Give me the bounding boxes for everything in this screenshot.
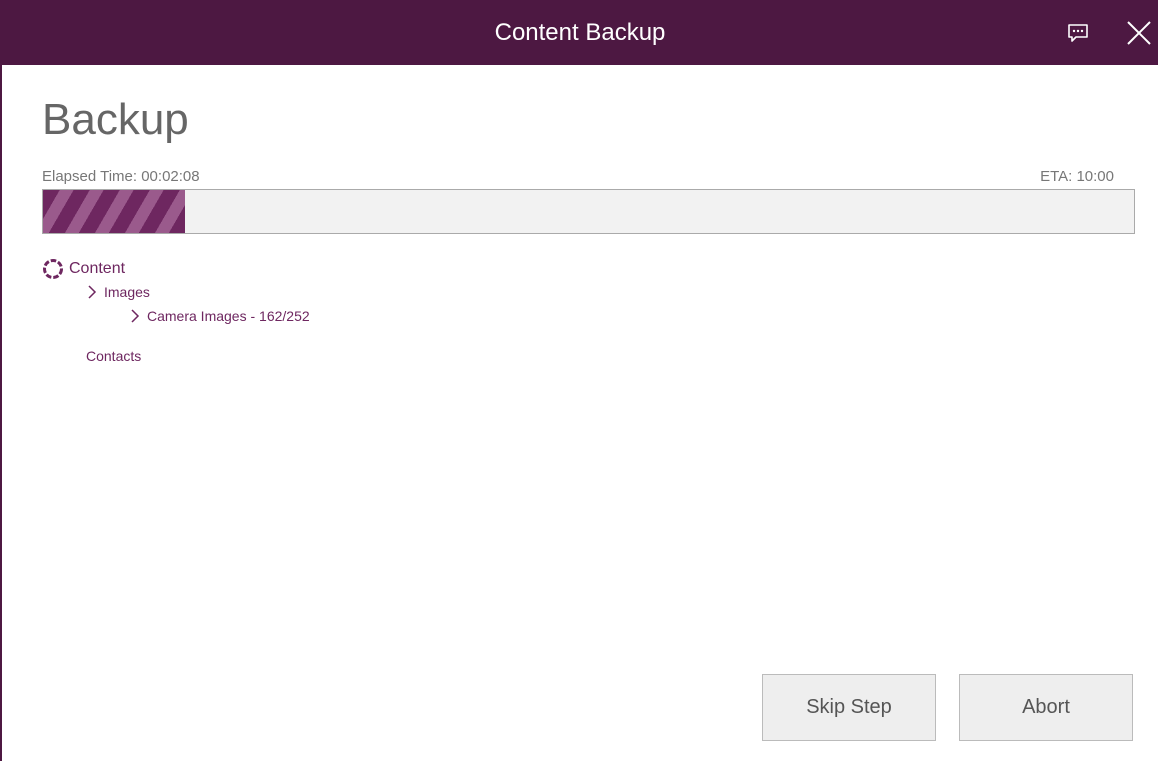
- progress-bar: [42, 189, 1135, 234]
- tree-item-camera-images: Camera Images - 162/252: [129, 308, 310, 324]
- progress-bar-fill: [43, 190, 185, 233]
- tree-item-camera-images-label: Camera Images - 162/252: [147, 308, 310, 324]
- close-button[interactable]: [1124, 18, 1154, 48]
- tree-item-images: Images: [86, 284, 150, 300]
- page-title: Backup: [42, 95, 189, 144]
- tree-item-images-label: Images: [104, 284, 150, 300]
- tree-item-content: Content: [42, 258, 125, 280]
- skip-step-button[interactable]: Skip Step: [762, 674, 936, 741]
- tree-item-contacts: Contacts: [86, 348, 141, 364]
- title-bar: Content Backup: [2, 0, 1158, 65]
- feedback-button[interactable]: [1064, 19, 1092, 47]
- spinner-icon: [43, 259, 63, 279]
- tree-item-contacts-label: Contacts: [86, 348, 142, 364]
- elapsed-time-label: Elapsed Time: 00:02:08: [42, 168, 200, 185]
- chevron-right-icon: [88, 285, 97, 299]
- tree-item-content-label: Content: [69, 260, 126, 277]
- chat-bubble-icon: [1068, 24, 1088, 42]
- backup-window: Content Backup Backup Elapsed Time: 00:0…: [0, 0, 1158, 761]
- eta-label: ETA: 10:00: [1040, 168, 1114, 185]
- chevron-right-icon: [131, 309, 140, 323]
- abort-button[interactable]: Abort: [959, 674, 1133, 741]
- window-title: Content Backup: [494, 19, 666, 46]
- close-icon: [1127, 21, 1151, 45]
